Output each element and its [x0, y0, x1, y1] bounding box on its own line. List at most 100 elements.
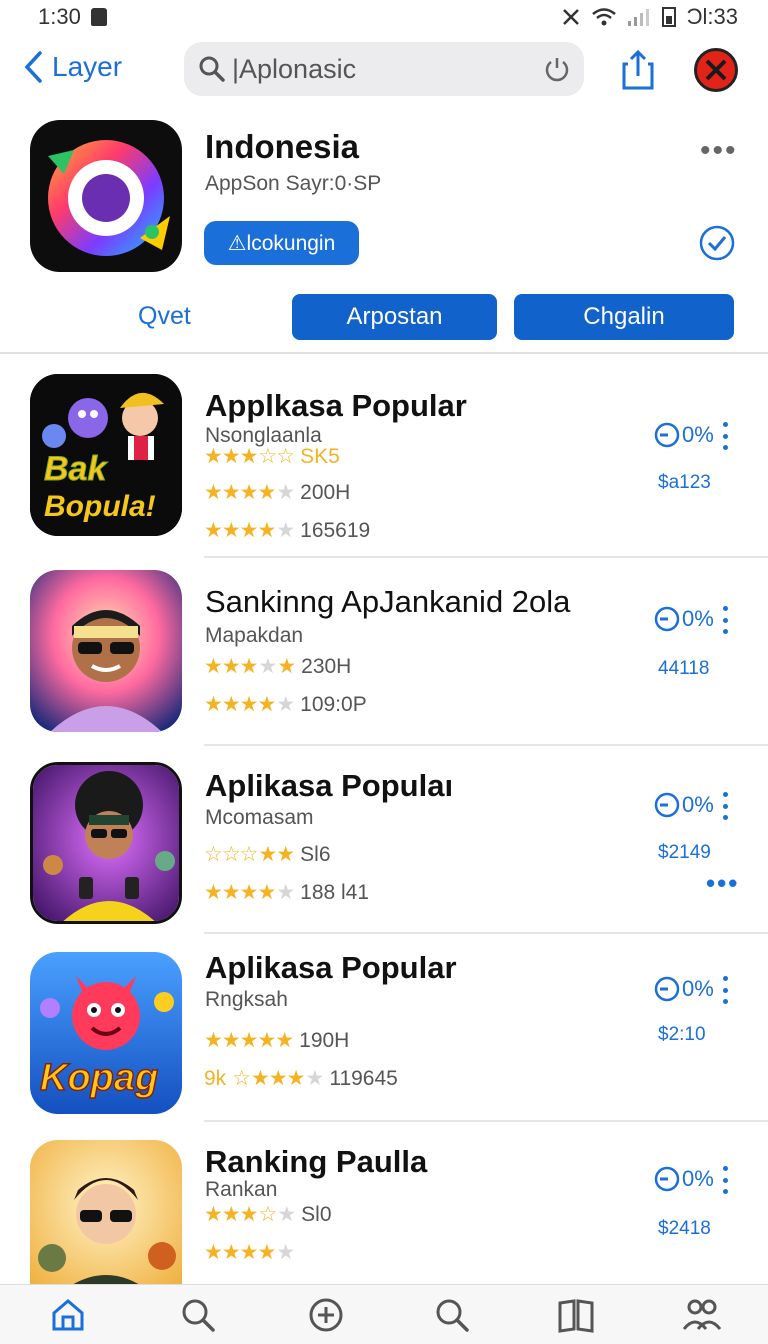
star-rating-icon: ★★★★★ [204, 1241, 295, 1264]
list-item[interactable]: Sankinng ApJankanid 2ola Mapakdan ★★★ ★ ★ … [0, 568, 768, 756]
app-title: Aplikasa Popular [205, 950, 457, 985]
add-icon[interactable] [306, 1295, 346, 1335]
rating-count: 230H [301, 654, 352, 678]
search-icon [199, 56, 225, 82]
app-subtitle: Rngksah [205, 988, 288, 1011]
more-options-icon[interactable]: ••• [700, 134, 738, 168]
more-options-icon[interactable]: ••• [706, 868, 739, 899]
hero-action-button[interactable]: ⚠lcokungin [204, 221, 359, 265]
book-icon[interactable] [556, 1295, 596, 1335]
tab-chgalin[interactable]: Chgalin [514, 294, 734, 340]
price-label: $a123 [658, 472, 711, 493]
kebab-menu-icon[interactable] [718, 422, 732, 450]
star-rating-icon: ★★★★★ [204, 1029, 294, 1052]
price-label: $2418 [658, 1218, 711, 1239]
wifi-icon [591, 8, 616, 26]
app-title: Indonesia [205, 128, 360, 165]
divider [204, 932, 768, 934]
percent-label: 0% [682, 606, 714, 631]
divider [204, 556, 768, 558]
battery-icon [661, 7, 676, 27]
person-app-icon [33, 765, 179, 921]
status-time: 1:30 [38, 4, 81, 29]
rating-row: ★★★ ☆ ★ Sl0 [204, 1202, 332, 1227]
kebab-menu-icon[interactable] [718, 1166, 732, 1194]
app-icon: Kopag [30, 952, 182, 1114]
price-label: 44118 [658, 658, 710, 679]
app-subtitle: Mapakdan [205, 624, 304, 647]
app-subtitle: AppSon Sayr:0·SP [205, 172, 382, 195]
price-label: $2:10 [658, 1024, 706, 1045]
person-app-icon [30, 1140, 182, 1284]
rating-row: ☆☆☆ ★★ Sl6 [204, 842, 331, 867]
app-subtitle: Mcomasam [205, 806, 314, 829]
rating-row: ★★★ ☆☆ SK5 [204, 444, 340, 469]
search-icon[interactable] [432, 1295, 472, 1335]
price-label: $2149 [658, 842, 711, 863]
lock-icon [90, 8, 107, 26]
star-rating-icon: ★★★ ☆☆ [204, 445, 295, 468]
list-item[interactable]: Bak Bopula! Applkasa Popular Nsonglaanla… [0, 374, 768, 562]
rating-row: ★★★★★ 190H [204, 1028, 349, 1053]
gauge-icon [654, 792, 680, 818]
tab-arpostan[interactable]: Arpostan [292, 294, 497, 340]
app-icon [30, 1140, 182, 1284]
people-icon[interactable] [682, 1295, 722, 1335]
app-title: Ranking Paulla [205, 1144, 428, 1179]
app-title: Sankinng ApJankanid 2ola [205, 584, 571, 619]
close-x-icon [562, 9, 579, 25]
check-circle-icon[interactable] [698, 224, 736, 262]
back-button[interactable]: Layer [22, 50, 122, 84]
kebab-menu-icon[interactable] [718, 606, 732, 634]
rating-count: 188 l41 [300, 880, 370, 904]
divider [204, 1120, 768, 1122]
list-item[interactable]: Kopag Aplikasa Popular Rngksah ★★★★★ 190… [0, 944, 768, 1132]
kebab-menu-icon[interactable] [718, 976, 732, 1004]
rating-row: 9k ☆ ★★★ ★ 119645 [204, 1066, 398, 1091]
kebab-menu-icon[interactable] [718, 792, 732, 820]
home-icon[interactable] [48, 1295, 88, 1335]
percent-label: 0% [682, 976, 714, 1001]
gauge-icon [654, 976, 680, 1002]
signal-icon [627, 9, 649, 26]
star-rating-icon: ★★★ ☆ ★ [204, 1203, 296, 1226]
rating-count: 119645 [329, 1066, 398, 1090]
rating-row: ★★★★ ★ [204, 1240, 295, 1265]
star-rating-icon: ★★★★★ [204, 693, 295, 716]
app-title: Aplikasa Populaı [205, 768, 454, 803]
rating-count: Sl0 [301, 1202, 332, 1226]
app-icon[interactable] [30, 120, 182, 272]
percent-label: 0% [682, 422, 714, 447]
percent-button[interactable]: 0% [654, 792, 714, 818]
close-button[interactable] [694, 48, 738, 92]
close-icon [705, 59, 727, 81]
cartoon-app-icon: Kopag [30, 952, 182, 1114]
app-list: Bak Bopula! Applkasa Popular Nsonglaanla… [0, 360, 768, 1284]
share-icon[interactable] [618, 48, 658, 92]
segment-tabs: Qvet Arpostan Chgalin [0, 294, 768, 342]
rating-count: SK5 [300, 444, 340, 468]
star-rating-icon: ★★★★★ [204, 655, 296, 678]
rating-row: ★★★★ ★ 188 l41 [204, 880, 369, 905]
star-rating-icon: ★★★★★ [204, 481, 295, 504]
cartoon-app-icon: Bak Bopula! [30, 374, 182, 536]
app-subtitle: Rankan [205, 1178, 278, 1201]
gauge-icon [654, 606, 680, 632]
power-icon[interactable] [542, 54, 572, 84]
bottom-tab-bar [0, 1284, 768, 1344]
search-input[interactable] [232, 53, 532, 85]
divider [204, 744, 768, 746]
list-item[interactable]: Aplikasa Populaı Mcomasam ☆☆☆ ★★ Sl6 ★★★★… [0, 756, 768, 944]
tab-qvet[interactable]: Qvet [138, 302, 191, 331]
list-item[interactable]: Ranking Paulla Rankan ★★★ ☆ ★ Sl0 ★★★★ ★ 0%… [0, 1132, 768, 1284]
percent-button[interactable]: 0% [654, 422, 714, 448]
search-bar[interactable] [184, 42, 584, 96]
search-icon[interactable] [178, 1295, 218, 1335]
percent-button[interactable]: 0% [654, 976, 714, 1002]
rating-row: ★★★★ ★ 200H [204, 480, 350, 505]
star-rating-icon: ★★★★★ [204, 519, 295, 542]
percent-button[interactable]: 0% [654, 1166, 714, 1192]
percent-button[interactable]: 0% [654, 606, 714, 632]
chevron-left-icon [24, 51, 42, 83]
svg-text:Kopag: Kopag [40, 1057, 158, 1099]
